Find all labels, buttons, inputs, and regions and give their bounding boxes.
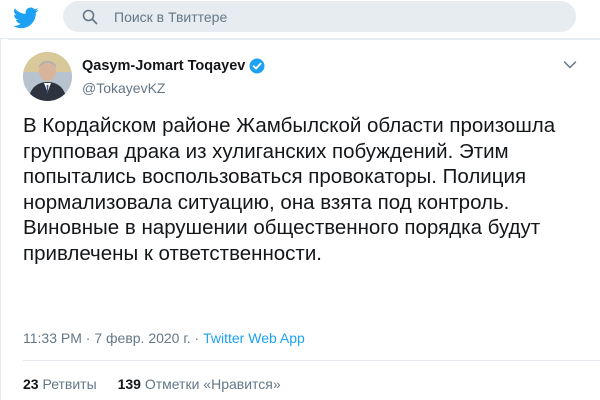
search-icon [82, 9, 98, 25]
search-bar[interactable]: Поиск в Твиттере [63, 1, 576, 32]
timeline-border [0, 39, 1, 400]
tweet-text: В Кордайском районе Жамбылской области п… [23, 114, 556, 265]
tweet-card-border [8, 39, 600, 40]
chevron-down-icon[interactable] [563, 60, 577, 70]
meta-separator: · [194, 330, 200, 346]
tweet-date[interactable]: 7 февр. 2020 г. [94, 330, 190, 346]
search-input[interactable]: Поиск в Твиттере [114, 9, 227, 25]
retweets-label: Ретвиты [42, 376, 97, 392]
verified-badge-icon [249, 58, 265, 74]
author-handle[interactable]: @TokayevKZ [82, 80, 165, 96]
likes-stat[interactable]: 139 Отметки «Нравится» [118, 376, 281, 392]
likes-label: Отметки «Нравится» [144, 376, 281, 392]
meta-separator: · [85, 330, 91, 346]
author-name-row: Qasym-Jomart Toqayev [82, 58, 265, 74]
tweet-time[interactable]: 11:33 PM [23, 330, 82, 346]
tweet-stats: 23 Ретвиты 139 Отметки «Нравится» [23, 376, 281, 392]
top-bar: Поиск в Твиттере [0, 0, 600, 37]
tweet-meta: 11:33 PM · 7 февр. 2020 г. · Twitter Web… [23, 330, 305, 346]
avatar-image [23, 52, 72, 101]
stats-divider [23, 360, 600, 361]
tweet-source-link[interactable]: Twitter Web App [203, 330, 305, 346]
retweets-stat[interactable]: 23 Ретвиты [23, 376, 97, 392]
author-name[interactable]: Qasym-Jomart Toqayev [82, 58, 245, 74]
avatar[interactable] [23, 52, 72, 101]
retweets-count: 23 [23, 376, 39, 392]
likes-count: 139 [117, 376, 141, 392]
twitter-bird-icon[interactable] [13, 5, 39, 31]
